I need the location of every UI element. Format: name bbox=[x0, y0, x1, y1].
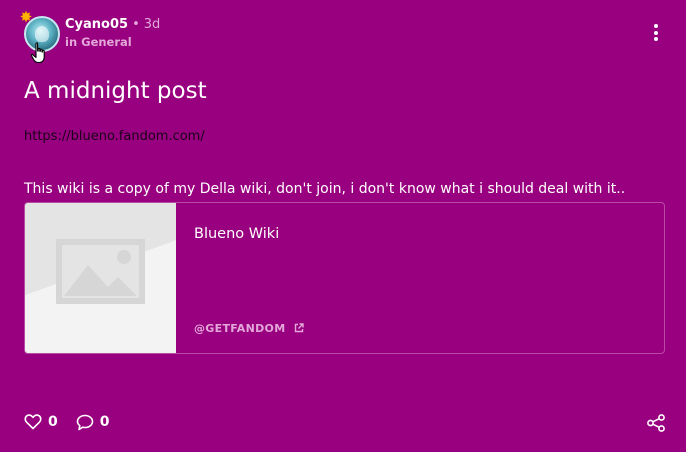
author-line: Cyano05 • 3d bbox=[65, 16, 160, 33]
post-category[interactable]: in General bbox=[65, 34, 160, 50]
post-title[interactable]: A midnight post bbox=[24, 76, 207, 106]
reply-count: 0 bbox=[99, 414, 110, 430]
image-placeholder-icon bbox=[56, 239, 145, 304]
kebab-menu-icon[interactable] bbox=[648, 24, 664, 46]
author-block: Cyano05 • 3d in General bbox=[65, 16, 160, 50]
external-link-icon bbox=[294, 323, 304, 333]
reply-button[interactable]: 0 bbox=[76, 414, 110, 431]
card-title[interactable]: Blueno Wiki bbox=[194, 224, 279, 244]
post-actions: 0 0 bbox=[24, 412, 128, 432]
author-name[interactable]: Cyano05 bbox=[65, 17, 128, 32]
speech-bubble-icon bbox=[76, 414, 94, 430]
separator-dot: • bbox=[132, 17, 140, 32]
post-body: This wiki is a copy of my Della wiki, do… bbox=[24, 181, 626, 197]
card-thumbnail bbox=[25, 203, 176, 353]
avatar-wrapper[interactable]: ✸ bbox=[20, 9, 60, 64]
hand-cursor-icon bbox=[30, 42, 45, 64]
like-button[interactable]: 0 bbox=[24, 414, 58, 430]
card-source-label: @GETFANDOM bbox=[194, 322, 286, 335]
post-time: 3d bbox=[143, 17, 161, 32]
heart-icon bbox=[24, 414, 42, 430]
share-icon[interactable] bbox=[646, 413, 666, 433]
card-source: @GETFANDOM bbox=[194, 322, 304, 336]
star-badge-icon: ✸ bbox=[19, 8, 33, 26]
link-preview-card[interactable]: Blueno Wiki @GETFANDOM bbox=[24, 202, 665, 354]
post-link[interactable]: https://blueno.fandom.com/ bbox=[24, 128, 205, 146]
like-count: 0 bbox=[48, 414, 58, 430]
